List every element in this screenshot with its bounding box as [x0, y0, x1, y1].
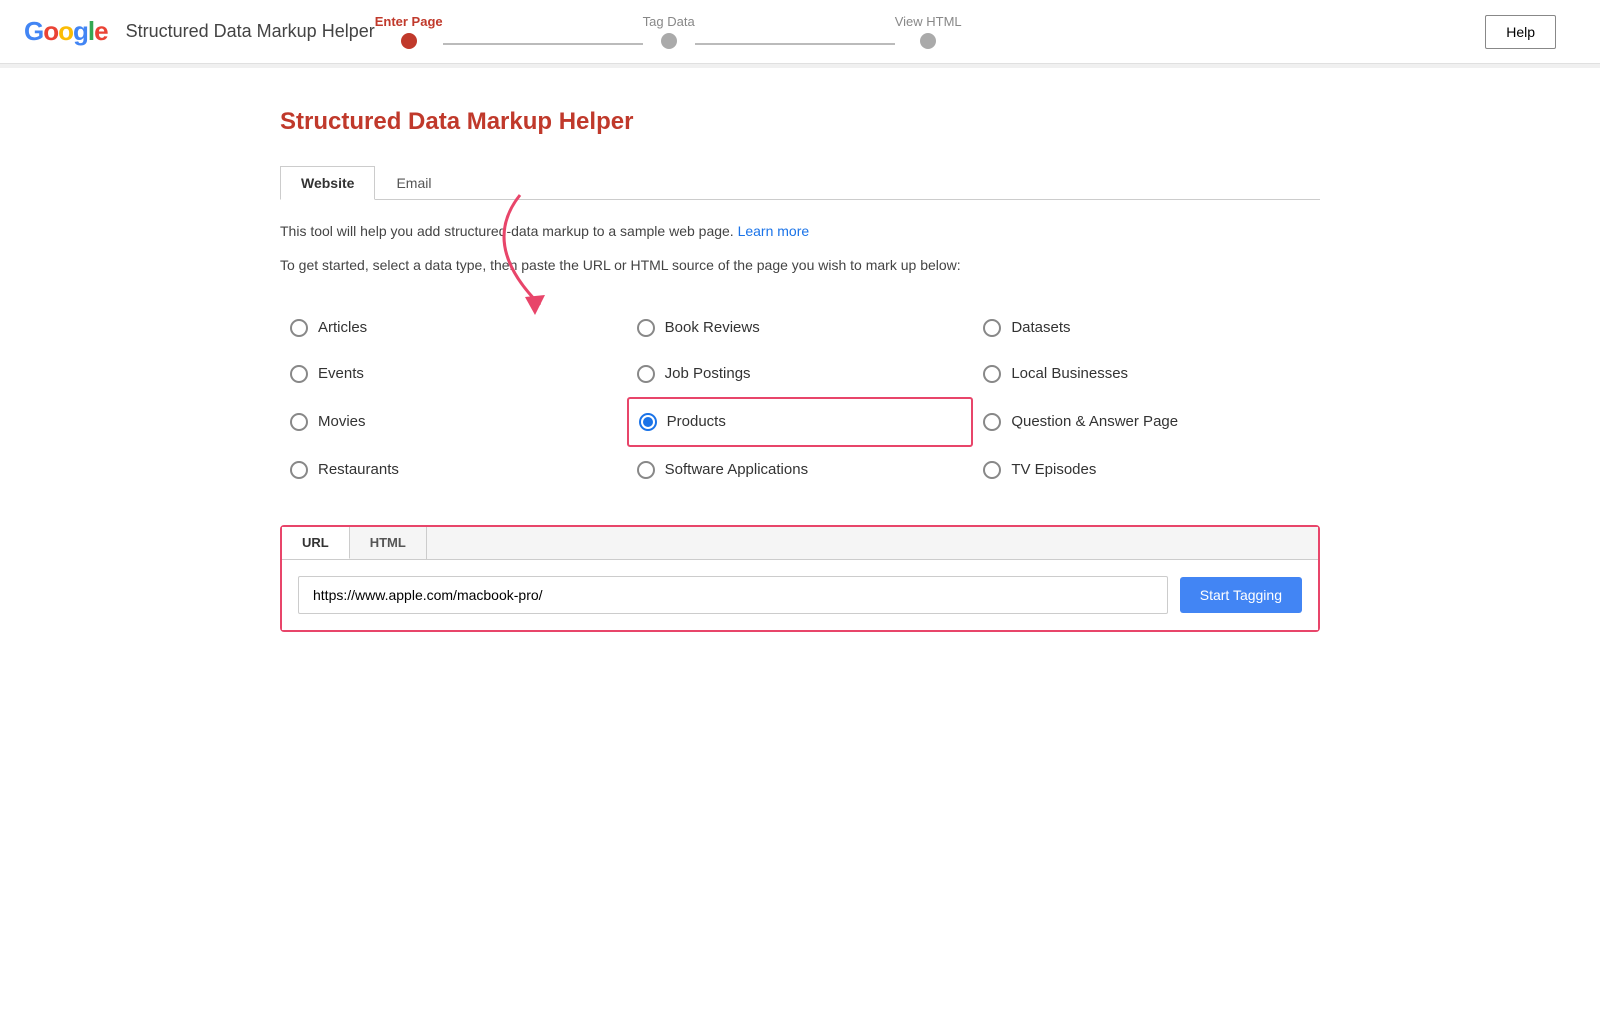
radio-software-applications[interactable] — [637, 461, 655, 479]
step3-dot — [920, 33, 936, 49]
description-2: To get started, select a data type, then… — [280, 254, 1320, 276]
tab-website[interactable]: Website — [280, 166, 375, 200]
header-right: Enter Page Tag Data View HTML Help — [375, 14, 1576, 49]
data-type-local-businesses[interactable]: Local Businesses — [973, 351, 1320, 397]
radio-book-reviews[interactable] — [637, 319, 655, 337]
radio-articles[interactable] — [290, 319, 308, 337]
radio-datasets[interactable] — [983, 319, 1001, 337]
description-1: This tool will help you add structured-d… — [280, 220, 1320, 242]
step-tag-data: Tag Data — [643, 14, 695, 49]
radio-local-businesses[interactable] — [983, 365, 1001, 383]
radio-products-fill — [643, 417, 653, 427]
url-section: URL HTML Start Tagging — [280, 525, 1320, 632]
step2-dot — [661, 33, 677, 49]
main-content: Structured Data Markup Helper Website Em… — [200, 108, 1400, 632]
header-separator — [0, 64, 1600, 68]
step-connector-2 — [695, 43, 895, 45]
step-view-html: View HTML — [895, 14, 962, 49]
radio-question-answer[interactable] — [983, 413, 1001, 431]
url-tabs: URL HTML — [282, 527, 1318, 560]
data-type-restaurants[interactable]: Restaurants — [280, 447, 627, 493]
data-types-grid: Articles Book Reviews Datasets Events Jo… — [280, 305, 1320, 493]
page-title: Structured Data Markup Helper — [280, 108, 1320, 136]
url-input[interactable] — [298, 576, 1168, 614]
data-type-events[interactable]: Events — [280, 351, 627, 397]
radio-events[interactable] — [290, 365, 308, 383]
data-type-book-reviews[interactable]: Book Reviews — [627, 305, 974, 351]
logo-area: Google Structured Data Markup Helper — [24, 16, 375, 47]
data-types-container: Articles Book Reviews Datasets Events Jo… — [280, 305, 1320, 493]
step-enter-page: Enter Page — [375, 14, 443, 49]
radio-job-postings[interactable] — [637, 365, 655, 383]
step1-dot — [401, 33, 417, 49]
learn-more-link[interactable]: Learn more — [738, 223, 810, 239]
radio-tv-episodes[interactable] — [983, 461, 1001, 479]
data-type-products[interactable]: Products — [627, 397, 974, 447]
radio-restaurants[interactable] — [290, 461, 308, 479]
progress-steps: Enter Page Tag Data View HTML — [375, 14, 962, 49]
step1-label: Enter Page — [375, 14, 443, 29]
data-type-job-postings[interactable]: Job Postings — [627, 351, 974, 397]
data-type-movies[interactable]: Movies — [280, 397, 627, 447]
step-connector-1 — [443, 43, 643, 45]
data-type-tv-episodes[interactable]: TV Episodes — [973, 447, 1320, 493]
google-logo: Google — [24, 16, 108, 47]
data-type-articles[interactable]: Articles — [280, 305, 627, 351]
step3-label: View HTML — [895, 14, 962, 29]
url-tab-html[interactable]: HTML — [350, 527, 427, 559]
url-tab-url[interactable]: URL — [282, 527, 350, 559]
data-type-datasets[interactable]: Datasets — [973, 305, 1320, 351]
app-title: Structured Data Markup Helper — [126, 21, 375, 42]
radio-products[interactable] — [639, 413, 657, 431]
radio-movies[interactable] — [290, 413, 308, 431]
data-type-software-applications[interactable]: Software Applications — [627, 447, 974, 493]
url-input-row: Start Tagging — [282, 560, 1318, 630]
start-tagging-button[interactable]: Start Tagging — [1180, 577, 1302, 613]
help-button[interactable]: Help — [1485, 15, 1556, 49]
tab-email[interactable]: Email — [375, 166, 452, 200]
mode-tabs: Website Email — [280, 166, 1320, 200]
step2-label: Tag Data — [643, 14, 695, 29]
app-header: Google Structured Data Markup Helper Ent… — [0, 0, 1600, 64]
data-type-question-answer[interactable]: Question & Answer Page — [973, 397, 1320, 447]
